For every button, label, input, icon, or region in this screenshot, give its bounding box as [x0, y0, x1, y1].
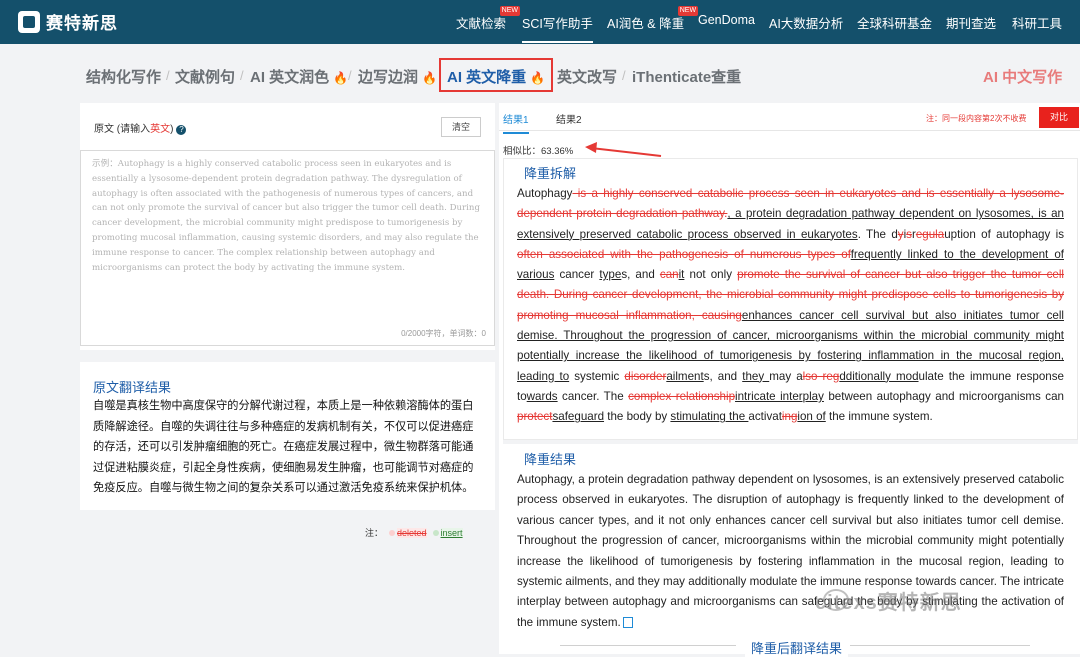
nav-item-journal[interactable]: 期刊查选: [946, 13, 996, 32]
source-placeholder: 示例：Autophagy is a highly conserved catab…: [92, 159, 480, 273]
tab-ai-chinese-writing[interactable]: AI 中文写作: [983, 66, 1062, 87]
result-text: Autophagy, a protein degradation pathway…: [517, 473, 1064, 629]
tab-ai-polish[interactable]: AI 英文润色 🔥: [250, 66, 348, 87]
logo[interactable]: 赛特新思: [18, 9, 118, 34]
tool-tabs: 结构化写作 / 文献例句 / AI 英文润色 🔥 / 边写边润 🔥 AI 英文降…: [0, 58, 1080, 94]
nav-item-gendoma[interactable]: GenDoma: [698, 13, 755, 27]
charge-notice: 注：同一段内容第2次不收费: [926, 114, 1027, 123]
diff-legend: 注： deleted insert: [365, 527, 463, 538]
nav-item-sci-writing[interactable]: SCI写作助手: [522, 13, 593, 43]
tab-structured-writing[interactable]: 结构化写作: [86, 66, 161, 87]
nav-item-bigdata[interactable]: AI大数据分析: [769, 13, 843, 32]
similarity-ratio: 相似比：63.36%: [503, 146, 574, 157]
tab-literature-examples[interactable]: 文献例句: [175, 66, 235, 87]
copy-icon[interactable]: [622, 617, 633, 629]
char-counter: 0/2000字符，单词数：0: [401, 329, 486, 338]
nav-item-funding[interactable]: 全球科研基金: [857, 13, 932, 32]
legend-insert: insert: [440, 527, 463, 538]
source-textarea[interactable]: 示例：Autophagy is a highly conserved catab…: [80, 150, 495, 346]
tab-edit-polish[interactable]: 边写边润 🔥: [358, 66, 437, 87]
nav-item-literature-search[interactable]: 文献检索 NEW: [456, 6, 521, 32]
clear-button[interactable]: 清空: [441, 117, 481, 137]
logo-mark-icon: [18, 10, 40, 33]
tab-english-rewrite[interactable]: 英文改写: [557, 66, 617, 87]
nav-item-ai-polish[interactable]: AI润色 & 降重 NEW: [607, 6, 699, 32]
tab-result-2[interactable]: 结果2: [556, 111, 582, 126]
tab-ithenticate[interactable]: iThenticate查重: [632, 66, 741, 87]
annotation-arrow-icon: [585, 142, 662, 157]
compare-button[interactable]: 对比: [1039, 107, 1079, 128]
legend-deleted: deleted: [397, 527, 427, 538]
translation-title: 原文翻译结果: [93, 380, 172, 395]
fire-icon: 🔥: [422, 71, 438, 85]
new-badge: NEW: [499, 6, 521, 16]
tab-result-1[interactable]: 结果1: [503, 111, 529, 134]
translation-text: 自噬是真核生物中高度保守的分解代谢过程，本质上是一种依赖溶酶体的蛋白质降解途径。…: [93, 400, 474, 495]
after-translation-title: 降重后翻译结果: [745, 638, 849, 657]
logo-text: 赛特新思: [46, 14, 118, 33]
top-navbar: 赛特新思 文献检索 NEW SCI写作助手 AI润色 & 降重 NEW GenDom…: [0, 0, 1080, 44]
help-icon[interactable]: ?: [176, 125, 187, 135]
diff-title: 降重拆解: [524, 166, 577, 181]
new-badge: NEW: [677, 6, 699, 16]
nav-item-tools[interactable]: 科研工具: [1012, 13, 1062, 32]
fire-icon: 🔥: [530, 71, 546, 85]
fire-icon: 🔥: [333, 71, 349, 85]
watermark: citexs赛特新思: [815, 592, 962, 614]
tab-ai-rewrite[interactable]: AI 英文降重 🔥: [439, 58, 554, 92]
result-title: 降重结果: [524, 452, 577, 467]
source-label: 原文 (请输入英文)?: [94, 120, 187, 135]
diff-text: Autophagy is a highly conserved cataboli…: [517, 187, 1065, 424]
